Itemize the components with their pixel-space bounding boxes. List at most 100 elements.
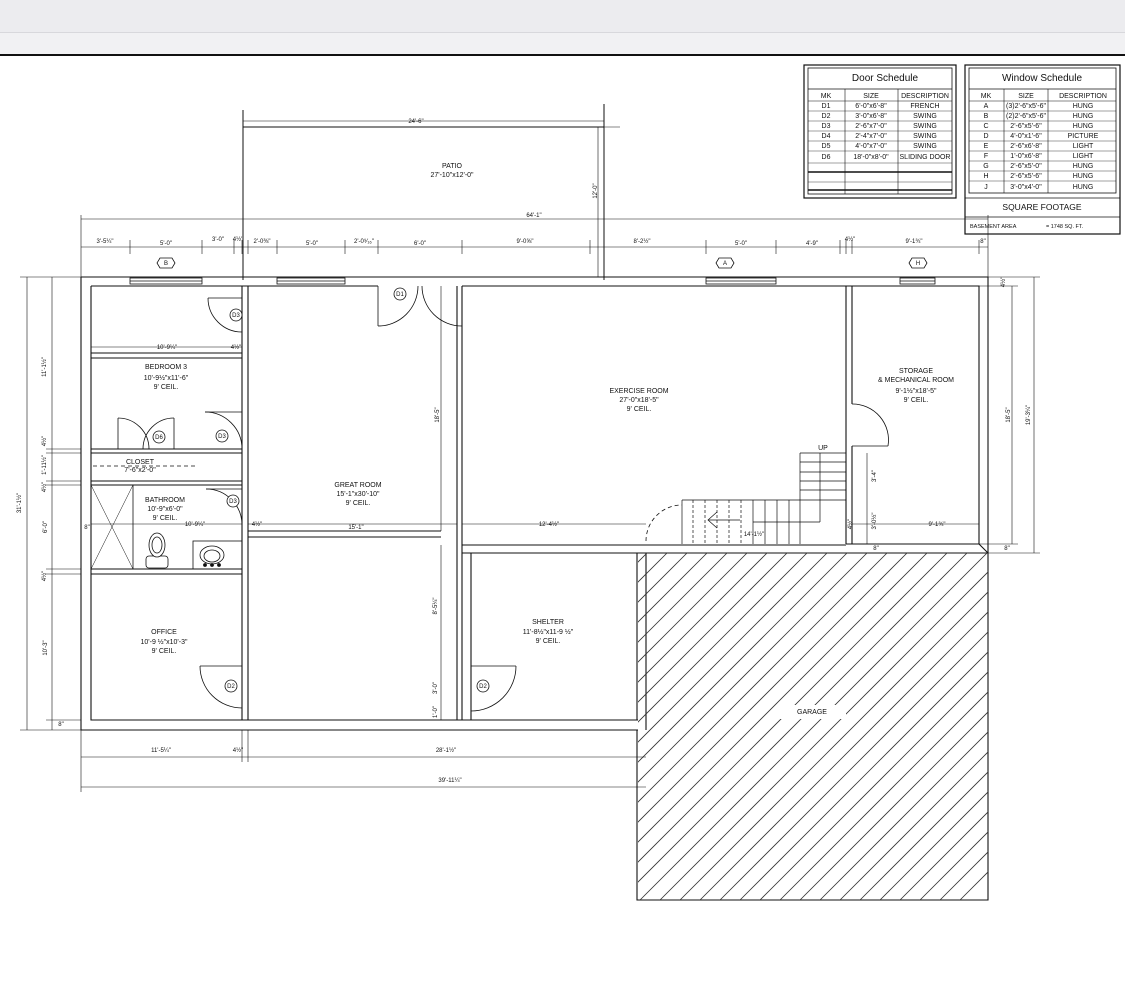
door-schedule-cell: SWING [913, 113, 937, 120]
sink-icon [199, 545, 225, 567]
door-schedule-cell: SWING [913, 133, 937, 140]
dim-left: 4½" [41, 571, 48, 581]
window-schedule-cell: HUNG [1073, 184, 1094, 191]
dim-left: 10'-3" [43, 640, 49, 655]
dim-left: 6'-0" [43, 521, 49, 533]
window-schedule-cell: HUNG [1073, 173, 1094, 180]
dim-storage-v: 4½" [847, 519, 854, 529]
dim-left: 4½" [41, 436, 48, 446]
dim-left: 1'-11½" [41, 455, 48, 475]
window-schedule-header: SIZE [1018, 93, 1034, 100]
door-schedule [803, 64, 957, 199]
dim-right: 4½" [1000, 277, 1007, 287]
stairs [681, 452, 846, 544]
dim-shelter-v: 1'-0" [433, 706, 439, 718]
dim-bath-width: 10'-9¼" [185, 522, 205, 528]
dim-bottom-total: 39'-11¼" [438, 778, 461, 784]
dim-top: 4½" [233, 236, 243, 243]
window-schedule-cell: (2)2'-6"x5'-6" [1006, 113, 1046, 120]
dim-gr-width: 15'-1" [348, 525, 363, 531]
square-footage-value: = 1748 SQ. FT. [1046, 224, 1084, 230]
shelter-label: SHELTER [532, 619, 564, 626]
window-schedule-cell: 2'-6"x6'-8" [1010, 143, 1042, 150]
window-schedule-cell: A [984, 103, 989, 110]
shelter-ceil: 9' CEIL. [536, 638, 561, 645]
window-schedule-cell: 2'-6"x5'-0" [1010, 163, 1042, 170]
door-schedule-cell: D6 [822, 154, 831, 161]
storage-label-2: & MECHANICAL ROOM [878, 377, 954, 384]
window-schedule-cell: (3)2'-6"x5'-6" [1006, 103, 1046, 110]
window-schedule-cell: C [983, 123, 988, 130]
door-tag-d2: D2 [227, 684, 235, 690]
dim-top: 9'-0⅝" [517, 239, 534, 245]
window-schedule-cell: 4'-0"x1'-6" [1010, 133, 1042, 140]
bedroom3-ceil: 9' CEIL. [154, 384, 179, 391]
patio-label: PATIO [442, 163, 463, 170]
dim-top: 5'-0" [160, 241, 172, 247]
dim-right-total: 19'-3¼" [1026, 405, 1032, 425]
great-room-label: GREAT ROOM [334, 482, 381, 489]
dim-top: 3'-5¼" [97, 239, 114, 245]
door-tag-d3: D3 [229, 499, 237, 505]
dim-top: 2'-0⅜" [254, 239, 271, 245]
door-schedule-cell: 18'-0"x8'-0" [853, 154, 889, 161]
dim-overall-top: 64'-1" [526, 213, 541, 219]
door-schedule-header: SIZE [863, 93, 879, 100]
office-label: OFFICE [151, 629, 177, 636]
garage-label: GARAGE [797, 709, 827, 716]
dim-left-total: 31'-1½" [16, 493, 23, 513]
stair-up-label: UP [818, 445, 828, 452]
exercise-room-ceil: 9' CEIL. [627, 406, 652, 413]
dim-patio-width: 24'-6" [408, 119, 423, 125]
door-tag-d6: D6 [155, 435, 163, 441]
dim-bedroom-width: 10'-9¼" [157, 345, 177, 351]
great-room-size: 15'-1"x30'-10" [336, 491, 380, 498]
dim-storage-v: 3'-0½" [871, 513, 878, 530]
window-schedule-cell: HUNG [1073, 163, 1094, 170]
door-schedule-text: Door Schedule MK SIZE DESCRIPTION D1 6'-… [821, 73, 951, 161]
basement-floor-plan: Door Schedule MK SIZE DESCRIPTION D1 6'-… [16, 64, 1121, 901]
room-labels: PATIO 27'-10"x12'-0" BEDROOM 3 10'-9½"x1… [124, 163, 954, 716]
door-tag-d3: D3 [218, 434, 226, 440]
square-footage-title: SQUARE FOOTAGE [1002, 202, 1082, 212]
dim-bottom: 28'-1½" [436, 747, 456, 754]
closet-label: CLOSET [126, 459, 155, 466]
dim-bottom: 11'-5¼" [151, 748, 171, 754]
bathroom-size: 10'-9"x6'-0" [147, 506, 183, 513]
window-schedule-cell: LIGHT [1073, 143, 1094, 150]
office-size: 10'-9 ½"x10'-3" [141, 638, 188, 646]
window-schedule-cell: 2'-6"x5'-6" [1010, 123, 1042, 130]
dim-storage-v: 3'-4" [872, 470, 878, 482]
window-schedule-cell: G [983, 163, 988, 170]
dim-patio-depth: 12'-0" [593, 183, 599, 198]
window-tag-b: B [164, 261, 168, 267]
door-schedule-cell: D2 [822, 113, 831, 120]
window-schedule-cell: H [983, 173, 988, 180]
window-tag-h: H [916, 261, 920, 267]
window-schedule-cell: HUNG [1073, 103, 1094, 110]
dim-stair-width: 14'-1½" [744, 531, 764, 538]
bedroom3-size: 10'-9½"x11'-6" [144, 374, 189, 382]
shelter-size: 11'-8½"x11-9 ½" [523, 628, 574, 636]
window-schedule-cell: F [984, 153, 988, 160]
toilet-icon [145, 532, 169, 569]
dim-right: 8" [1004, 546, 1009, 552]
windows [129, 277, 936, 285]
door-schedule-cell: SWING [913, 123, 937, 130]
dim-bath-8: 8" [84, 525, 89, 531]
storage-ceil: 9' CEIL. [904, 397, 929, 404]
door-schedule-cell: 3'-0"x6'-8" [855, 113, 887, 120]
dim-left: 4½" [41, 482, 48, 492]
dim-top: 9'-1¾" [906, 239, 923, 245]
dim-left: 8" [58, 722, 63, 728]
door-tag-d1: D1 [396, 292, 404, 298]
closet-size: 7'-6"x2'-0" [124, 467, 156, 474]
door-schedule-cell: SLIDING DOOR [900, 154, 951, 161]
window-schedule-title: Window Schedule [1002, 73, 1082, 84]
patio-size: 27'-10"x12'-0" [430, 172, 474, 179]
dim-top: 6'-0" [414, 241, 426, 247]
door-schedule-title: Door Schedule [852, 73, 919, 84]
door-tag-d2: D2 [479, 684, 487, 690]
great-room-ceil: 9' CEIL. [346, 500, 371, 507]
dim-top: 3'-0" [212, 237, 224, 243]
